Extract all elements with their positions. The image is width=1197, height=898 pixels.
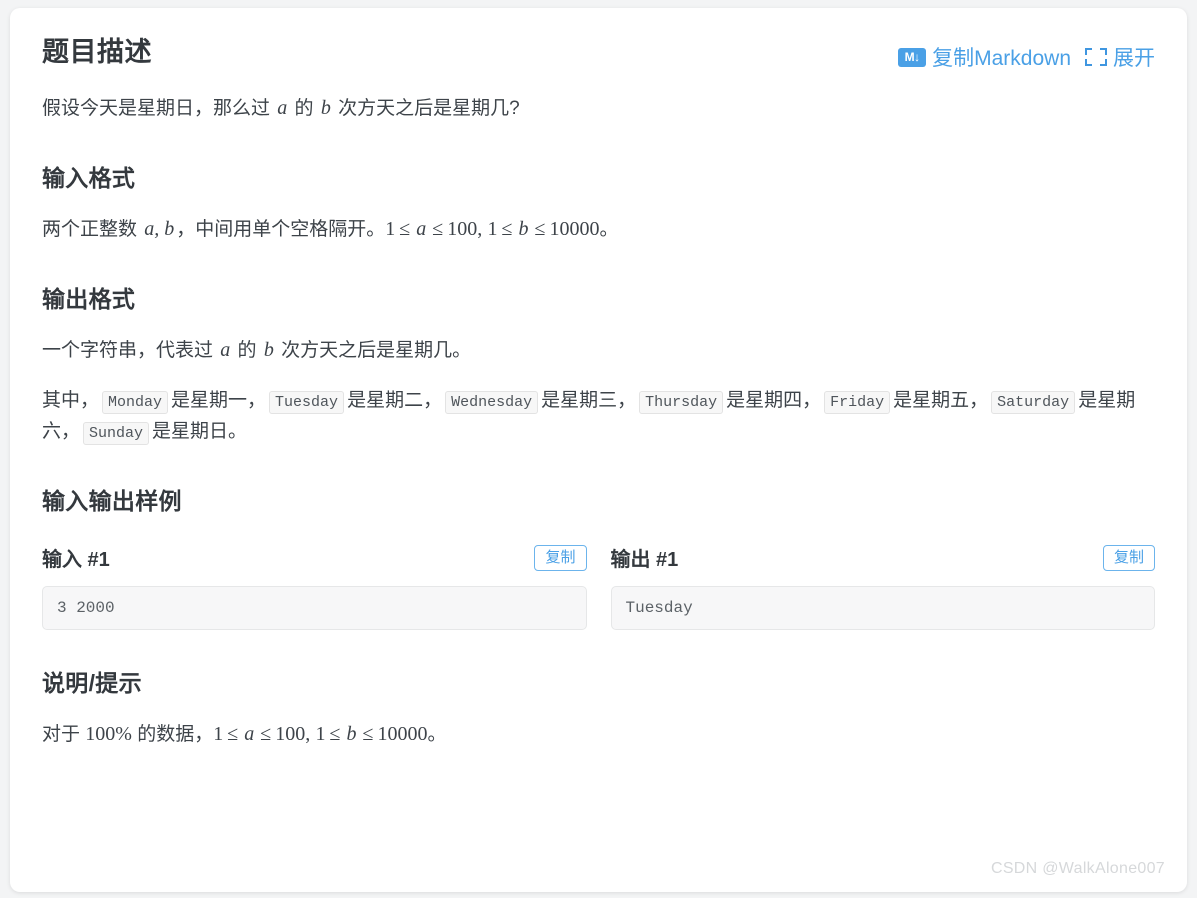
output-format-text-1: 一个字符串，代表过 bbox=[42, 339, 219, 361]
math-vars-ab: a, b bbox=[144, 217, 175, 240]
card-header: 题目描述 M↓ 复制Markdown 展开 bbox=[42, 36, 1155, 72]
copy-input-button[interactable]: 复制 bbox=[534, 544, 587, 571]
sample-input-title: 输入 #1 bbox=[42, 549, 110, 572]
math-c2-lo: 1 bbox=[487, 217, 498, 240]
day-label-tuesday: 是星期二， bbox=[347, 390, 443, 412]
expand-label: 展开 bbox=[1113, 47, 1155, 70]
hint-text-2: 的数据， bbox=[131, 723, 214, 745]
day-label-wednesday: 是星期三， bbox=[541, 390, 637, 412]
math-hint-c1-hi: 100 bbox=[275, 722, 306, 745]
math-hint-comma: , bbox=[305, 722, 311, 745]
day-mapping-paragraph: 其中， Monday 是星期一， Tuesday 是星期二， Wednesday 是星期三，… bbox=[42, 386, 1155, 448]
math-c1-op2: ≤ bbox=[432, 217, 444, 240]
math-var-a: a bbox=[277, 97, 288, 119]
description-text-3: 次方天之后是星期几? bbox=[332, 98, 520, 119]
sample-input-header: 输入 #1 复制 bbox=[42, 542, 587, 574]
code-tag-saturday: Saturday bbox=[991, 391, 1076, 415]
copy-output-button[interactable]: 复制 bbox=[1102, 544, 1155, 571]
expand-icon bbox=[1085, 48, 1107, 66]
description-paragraph: 假设今天是星期日，那么过 a 的 b 次方天之后是星期几? bbox=[42, 92, 1155, 125]
code-tag-thursday: Thursday bbox=[639, 391, 724, 415]
section-heading-samples: 输入输出样例 bbox=[42, 487, 182, 514]
math-var-b: b bbox=[320, 97, 331, 119]
markdown-icon: M↓ bbox=[898, 47, 927, 67]
sample-input-1: 输入 #1 复制 3 2000 bbox=[42, 542, 587, 630]
input-format-text-2: ，中间用单个空格隔开。 bbox=[176, 218, 386, 240]
math-comma: , bbox=[477, 217, 483, 240]
output-format-text-2: 的 bbox=[232, 339, 262, 361]
hint-paragraph: 对于 100% 的数据，1 ≤ a ≤100, 1 ≤ b ≤10000。 bbox=[42, 718, 1155, 751]
sample-output-1: 输出 #1 复制 Tuesday bbox=[610, 542, 1155, 630]
math-c1-var: a bbox=[416, 217, 427, 240]
math-out-var-b: b bbox=[263, 338, 274, 361]
math-c2-op1: ≤ bbox=[501, 217, 513, 240]
math-hint-c2-var: b bbox=[346, 722, 357, 745]
day-label-monday: 是星期一， bbox=[171, 390, 267, 412]
page-root: 题目描述 M↓ 复制Markdown 展开 假设今天是星期日，那么过 a 的 b… bbox=[0, 0, 1197, 898]
code-tag-monday: Monday bbox=[102, 391, 169, 415]
day-label-thursday: 是星期四， bbox=[726, 390, 822, 412]
samples-container: 输入 #1 复制 3 2000 输出 #1 复制 Tuesday bbox=[42, 542, 1155, 630]
output-format-text-3: 次方天之后是星期几。 bbox=[275, 339, 472, 361]
output-format-paragraph: 一个字符串，代表过 a 的 b 次方天之后是星期几。 bbox=[42, 334, 1155, 367]
input-format-text-1: 两个正整数 bbox=[42, 218, 143, 240]
expand-button[interactable]: 展开 bbox=[1085, 42, 1155, 72]
math-hint-c1-lo: 1 bbox=[213, 722, 224, 745]
sample-output-header: 输出 #1 复制 bbox=[610, 542, 1155, 574]
header-actions: M↓ 复制Markdown 展开 bbox=[898, 42, 1155, 72]
section-heading-output-format: 输出格式 bbox=[42, 285, 136, 312]
math-c2-hi: 10000 bbox=[549, 217, 600, 240]
day-label-friday: 是星期五， bbox=[893, 390, 989, 412]
sample-input-content[interactable]: 3 2000 bbox=[42, 585, 587, 630]
math-c2-var: b bbox=[518, 217, 529, 240]
math-hint-c1-op1: ≤ bbox=[227, 722, 239, 745]
math-percent: 100% bbox=[85, 722, 132, 745]
input-format-period: 。 bbox=[599, 218, 619, 240]
section-heading-input-format: 输入格式 bbox=[42, 164, 136, 191]
hint-period: 。 bbox=[427, 723, 447, 745]
math-out-var-a: a bbox=[220, 338, 231, 361]
math-hint-c1-op2: ≤ bbox=[260, 722, 272, 745]
code-tag-friday: Friday bbox=[824, 391, 891, 415]
math-c1-lo: 1 bbox=[385, 217, 396, 240]
watermark: CSDN @WalkAlone007 bbox=[990, 860, 1165, 877]
sample-output-content[interactable]: Tuesday bbox=[610, 585, 1155, 630]
code-tag-wednesday: Wednesday bbox=[445, 391, 539, 415]
math-c1-hi: 100 bbox=[447, 217, 478, 240]
day-label-sunday: 是星期日。 bbox=[152, 421, 248, 443]
page-title: 题目描述 bbox=[42, 37, 152, 67]
code-tag-sunday: Sunday bbox=[83, 422, 150, 446]
math-hint-c2-lo: 1 bbox=[315, 722, 326, 745]
problem-card: 题目描述 M↓ 复制Markdown 展开 假设今天是星期日，那么过 a 的 b… bbox=[10, 8, 1187, 892]
math-c2-op2: ≤ bbox=[534, 217, 546, 240]
hint-text-1: 对于 bbox=[42, 723, 86, 745]
day-mapping-prefix: 其中， bbox=[42, 390, 100, 412]
math-c1-op1: ≤ bbox=[399, 217, 411, 240]
description-text-2: 的 bbox=[289, 98, 319, 119]
copy-markdown-button[interactable]: M↓ 复制Markdown bbox=[898, 42, 1071, 72]
sample-output-title: 输出 #1 bbox=[610, 549, 679, 572]
copy-markdown-label: 复制Markdown bbox=[932, 47, 1071, 70]
math-hint-c2-op1: ≤ bbox=[329, 722, 341, 745]
description-text-1: 假设今天是星期日，那么过 bbox=[42, 98, 276, 119]
code-tag-tuesday: Tuesday bbox=[269, 391, 345, 415]
math-hint-c2-hi: 10000 bbox=[377, 722, 428, 745]
math-hint-c1-var: a bbox=[244, 722, 255, 745]
input-format-paragraph: 两个正整数 a, b ，中间用单个空格隔开。1 ≤ a ≤100, 1 ≤ b ≤10000。 bbox=[42, 213, 1155, 246]
section-heading-hint: 说明/提示 bbox=[42, 669, 142, 696]
math-hint-c2-op2: ≤ bbox=[362, 722, 374, 745]
